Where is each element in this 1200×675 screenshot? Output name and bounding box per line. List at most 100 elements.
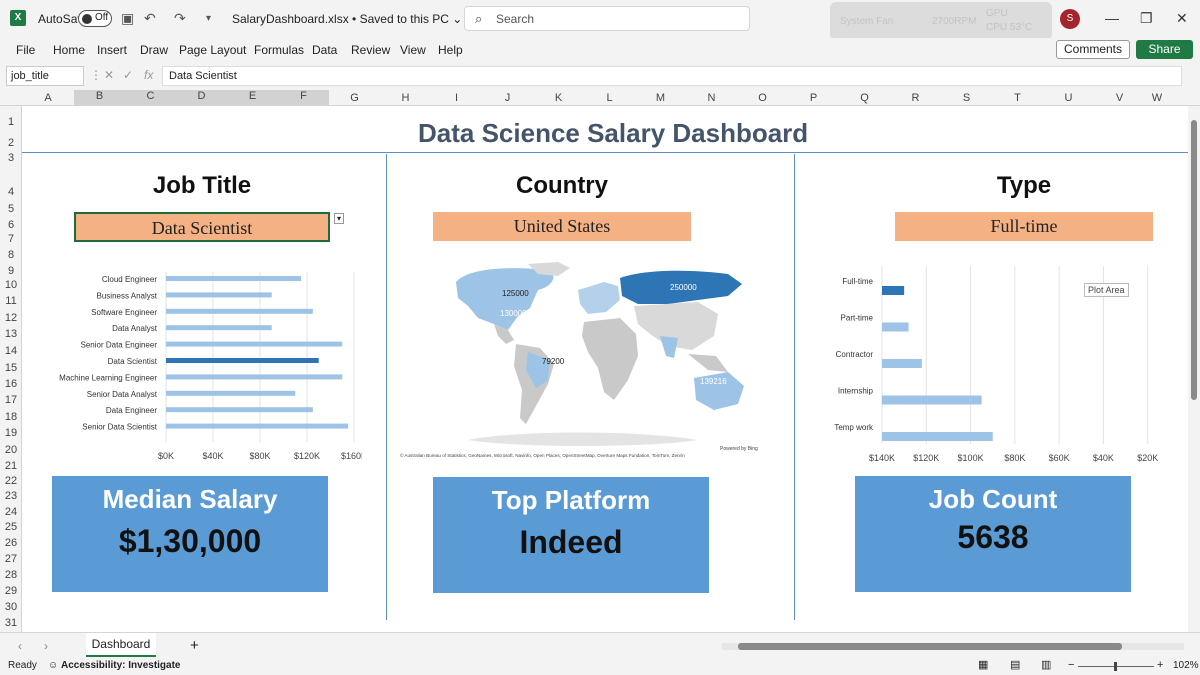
column-header-l[interactable]: L <box>584 92 635 104</box>
dashboard-sheet[interactable]: Data Science Salary Dashboard Job Title … <box>22 106 1188 632</box>
column-header-c[interactable]: C <box>125 90 176 106</box>
row-header-3[interactable]: 3 <box>0 152 22 164</box>
row-header-20[interactable]: 20 <box>0 444 22 456</box>
row-header-6[interactable]: 6 <box>0 219 22 231</box>
row-header-8[interactable]: 8 <box>0 249 22 261</box>
row-header-7[interactable]: 7 <box>0 233 22 245</box>
row-header-26[interactable]: 26 <box>0 537 22 549</box>
file-name[interactable]: SalaryDashboard.xlsx • Saved to this PC … <box>232 12 462 26</box>
column-header-w[interactable]: W <box>1145 92 1169 104</box>
row-header-5[interactable]: 5 <box>0 203 22 215</box>
row-header-19[interactable]: 19 <box>0 427 22 439</box>
zoom-out-icon[interactable]: − <box>1068 659 1074 671</box>
row-header-24[interactable]: 24 <box>0 506 22 518</box>
normal-view-icon[interactable]: ▦ <box>978 658 988 671</box>
row-header-14[interactable]: 14 <box>0 345 22 357</box>
menu-review[interactable]: Review <box>351 43 390 57</box>
accessibility-status[interactable]: Accessibility: Investigate <box>61 660 181 671</box>
tab-dashboard[interactable]: Dashboard <box>86 633 156 657</box>
row-header-25[interactable]: 25 <box>0 521 22 533</box>
column-header-a[interactable]: A <box>22 92 74 104</box>
row-header-21[interactable]: 21 <box>0 460 22 472</box>
row-header-4[interactable]: 4 <box>0 186 22 198</box>
add-sheet-button[interactable]: + <box>190 637 199 654</box>
page-layout-view-icon[interactable]: ▤ <box>1010 658 1020 671</box>
menu-home[interactable]: Home <box>53 43 85 57</box>
enter-icon[interactable]: ✓ <box>123 68 133 82</box>
column-header-h[interactable]: H <box>380 92 431 104</box>
job-title-salary-chart[interactable]: $0K $40K $80K $120K $160K Cloud Engineer Busin… <box>42 266 362 464</box>
menu-page-layout[interactable]: Page Layout <box>179 43 246 57</box>
menu-formulas[interactable]: Formulas <box>254 43 304 57</box>
customize-toolbar-icon[interactable]: ▾ <box>206 13 211 24</box>
column-header-n[interactable]: N <box>686 92 737 104</box>
row-header-15[interactable]: 15 <box>0 362 22 374</box>
column-header-j[interactable]: J <box>482 92 533 104</box>
search-box[interactable]: ⌕ Search <box>464 6 750 31</box>
prev-sheet-icon[interactable]: ‹ <box>18 639 22 653</box>
column-header-u[interactable]: U <box>1043 92 1094 104</box>
menu-help[interactable]: Help <box>438 43 463 57</box>
row-header-11[interactable]: 11 <box>0 295 22 307</box>
row-header-30[interactable]: 30 <box>0 601 22 613</box>
avatar[interactable]: S <box>1060 9 1080 29</box>
row-header-1[interactable]: 1 <box>0 116 22 128</box>
row-header-13[interactable]: 13 <box>0 328 22 340</box>
vertical-scroll-thumb[interactable] <box>1191 120 1197 400</box>
formula-input[interactable]: Data Scientist <box>162 66 1182 86</box>
row-header-29[interactable]: 29 <box>0 585 22 597</box>
column-header-v[interactable]: V <box>1094 92 1145 104</box>
share-button[interactable]: Share <box>1136 40 1193 59</box>
column-header-d[interactable]: D <box>176 90 227 106</box>
type-selector[interactable]: Full-time <box>895 212 1153 241</box>
column-header-o[interactable]: O <box>737 92 788 104</box>
next-sheet-icon[interactable]: › <box>44 639 48 653</box>
menu-draw[interactable]: Draw <box>140 43 168 57</box>
menu-view[interactable]: View <box>400 43 426 57</box>
country-selector[interactable]: United States <box>433 212 691 241</box>
column-header-g[interactable]: G <box>329 92 380 104</box>
horizontal-scrollbar[interactable] <box>722 643 1184 650</box>
name-box[interactable]: job_title <box>6 66 84 86</box>
column-header-i[interactable]: I <box>431 92 482 104</box>
more-options-icon[interactable]: ⋮ <box>90 68 102 82</box>
menu-file[interactable]: File <box>16 43 35 57</box>
column-header-q[interactable]: Q <box>839 92 890 104</box>
column-header-t[interactable]: T <box>992 92 1043 104</box>
column-header-s[interactable]: S <box>941 92 992 104</box>
row-header-16[interactable]: 16 <box>0 378 22 390</box>
row-header-10[interactable]: 10 <box>0 279 22 291</box>
function-icon[interactable]: fx <box>144 68 153 82</box>
row-header-2[interactable]: 2 <box>0 137 22 149</box>
zoom-in-icon[interactable]: + <box>1157 659 1163 671</box>
horizontal-scroll-thumb[interactable] <box>738 643 1122 650</box>
job-title-dropdown[interactable]: Data Scientist <box>74 212 330 242</box>
menu-data[interactable]: Data <box>312 43 337 57</box>
zoom-slider-thumb[interactable] <box>1114 662 1117 671</box>
undo-icon[interactable]: ↶ <box>144 10 156 27</box>
row-header-27[interactable]: 27 <box>0 553 22 565</box>
close-icon[interactable]: ✕ <box>1176 10 1188 27</box>
row-header-28[interactable]: 28 <box>0 569 22 581</box>
zoom-level[interactable]: 102% <box>1173 660 1199 671</box>
row-header-22[interactable]: 22 <box>0 475 22 487</box>
row-header-23[interactable]: 23 <box>0 490 22 502</box>
column-header-p[interactable]: P <box>788 92 839 104</box>
restore-icon[interactable]: ❐ <box>1140 10 1153 27</box>
row-header-31[interactable]: 31 <box>0 617 22 629</box>
row-header-17[interactable]: 17 <box>0 394 22 406</box>
cancel-icon[interactable]: ✕ <box>104 68 114 82</box>
row-header-12[interactable]: 12 <box>0 312 22 324</box>
column-header-m[interactable]: M <box>635 92 686 104</box>
column-header-k[interactable]: K <box>533 92 584 104</box>
vertical-scrollbar[interactable] <box>1188 106 1200 632</box>
dropdown-arrow-icon[interactable]: ▾ <box>334 213 344 224</box>
column-header-r[interactable]: R <box>890 92 941 104</box>
column-header-b[interactable]: B <box>74 90 125 106</box>
menu-insert[interactable]: Insert <box>97 43 127 57</box>
column-header-e[interactable]: E <box>227 90 278 106</box>
row-header-18[interactable]: 18 <box>0 411 22 423</box>
column-header-f[interactable]: F <box>278 90 329 106</box>
autosave-toggle[interactable]: Off <box>78 10 112 27</box>
country-salary-map[interactable]: 125000 130000 250000 79200 139216 Powere… <box>398 260 768 460</box>
